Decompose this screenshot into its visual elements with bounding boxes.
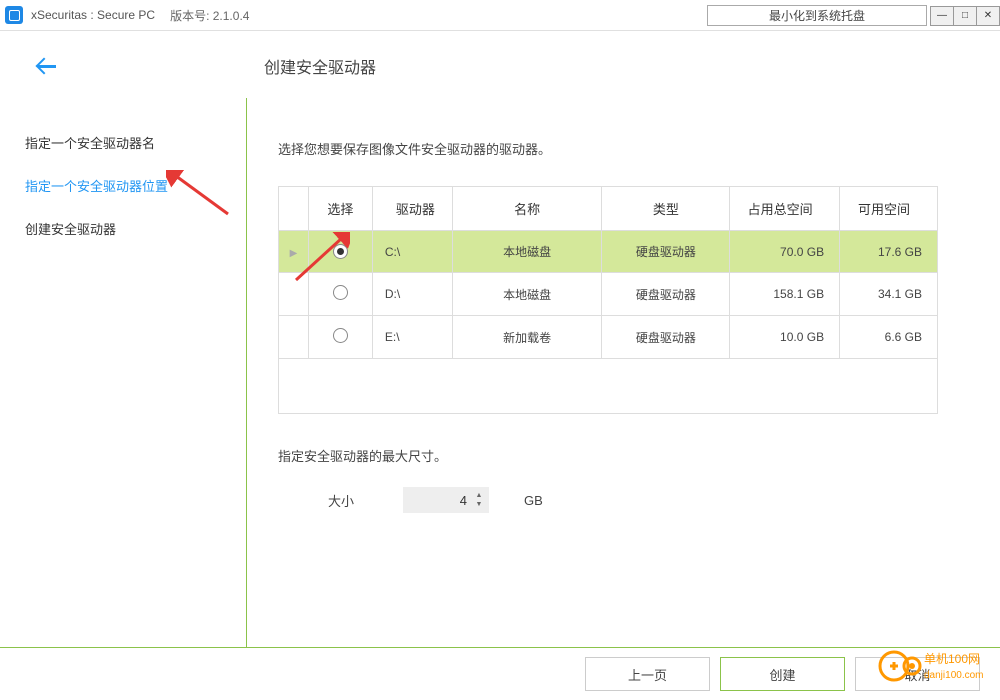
create-button[interactable]: 创建 <box>720 657 845 691</box>
minimize-button[interactable]: — <box>930 6 954 26</box>
page-title: 创建安全驱动器 <box>264 54 376 78</box>
size-unit: GB <box>524 493 543 508</box>
total-cell: 70.0 GB <box>730 231 840 273</box>
sidebar-step-create[interactable]: 创建安全驱动器 <box>25 207 246 250</box>
size-value: 4 <box>460 493 467 508</box>
table-header-row: 选择 驱动器 名称 类型 占用总空间 可用空间 <box>279 187 938 231</box>
minimize-to-tray-button[interactable]: 最小化到系统托盘 <box>707 5 927 26</box>
col-select: 选择 <box>308 187 372 231</box>
total-cell: 158.1 GB <box>730 273 840 316</box>
stepper-down-icon[interactable]: ▼ <box>473 500 485 509</box>
footer: 上一页 创建 取消 <box>0 647 1000 700</box>
type-cell: 硬盘驱动器 <box>602 273 730 316</box>
main-panel: 选择您想要保存图像文件安全驱动器的驱动器。 选择 驱动器 名称 类型 占用总空间… <box>246 101 1000 647</box>
cancel-button[interactable]: 取消 <box>855 657 980 691</box>
back-arrow-icon <box>35 54 59 78</box>
sidebar-step-location[interactable]: 指定一个安全驱动器位置 <box>25 164 246 207</box>
size-caption: 大小 <box>328 491 368 510</box>
drive-cell: D:\ <box>372 273 452 316</box>
col-indicator <box>279 187 309 231</box>
maximize-button[interactable]: □ <box>953 6 977 26</box>
drive-cell: E:\ <box>372 316 452 359</box>
description-text: 选择您想要保存图像文件安全驱动器的驱动器。 <box>278 139 970 158</box>
name-cell: 本地磁盘 <box>452 231 602 273</box>
size-section: 指定安全驱动器的最大尺寸。 大小 4 ▲ ▼ GB <box>278 446 970 513</box>
toolbar: 创建安全驱动器 <box>0 31 1000 101</box>
col-type: 类型 <box>602 187 730 231</box>
drive-cell: C:\ <box>372 231 452 273</box>
table-empty-row <box>279 359 938 414</box>
sidebar-step-name[interactable]: 指定一个安全驱动器名 <box>25 121 246 164</box>
drive-table: 选择 驱动器 名称 类型 占用总空间 可用空间 ▶ C:\ 本地磁盘 硬盘驱动器… <box>278 186 938 414</box>
name-cell: 新加载卷 <box>452 316 602 359</box>
available-cell: 34.1 GB <box>840 273 938 316</box>
app-icon <box>5 6 23 24</box>
size-label: 指定安全驱动器的最大尺寸。 <box>278 446 970 465</box>
table-row[interactable]: ▶ C:\ 本地磁盘 硬盘驱动器 70.0 GB 17.6 GB <box>279 231 938 273</box>
drive-select-radio[interactable] <box>333 244 348 259</box>
col-drive: 驱动器 <box>372 187 452 231</box>
version-label: 版本号: 2.1.0.4 <box>170 7 249 24</box>
row-indicator-icon: ▶ <box>290 248 298 259</box>
app-title: xSecuritas : Secure PC <box>31 8 155 22</box>
drive-select-radio[interactable] <box>333 285 348 300</box>
col-name: 名称 <box>452 187 602 231</box>
close-button[interactable]: ✕ <box>976 6 1000 26</box>
name-cell: 本地磁盘 <box>452 273 602 316</box>
available-cell: 17.6 GB <box>840 231 938 273</box>
table-row[interactable]: D:\ 本地磁盘 硬盘驱动器 158.1 GB 34.1 GB <box>279 273 938 316</box>
table-row[interactable]: E:\ 新加载卷 硬盘驱动器 10.0 GB 6.6 GB <box>279 316 938 359</box>
drive-select-radio[interactable] <box>333 328 348 343</box>
stepper-up-icon[interactable]: ▲ <box>473 491 485 500</box>
size-stepper[interactable]: 4 ▲ ▼ <box>403 487 489 513</box>
total-cell: 10.0 GB <box>730 316 840 359</box>
title-bar: xSecuritas : Secure PC 版本号: 2.1.0.4 最小化到… <box>0 0 1000 31</box>
col-total: 占用总空间 <box>730 187 840 231</box>
back-button[interactable] <box>30 49 64 83</box>
wizard-sidebar: 指定一个安全驱动器名 指定一个安全驱动器位置 创建安全驱动器 <box>0 101 246 647</box>
col-available: 可用空间 <box>840 187 938 231</box>
type-cell: 硬盘驱动器 <box>602 231 730 273</box>
prev-button[interactable]: 上一页 <box>585 657 710 691</box>
available-cell: 6.6 GB <box>840 316 938 359</box>
type-cell: 硬盘驱动器 <box>602 316 730 359</box>
